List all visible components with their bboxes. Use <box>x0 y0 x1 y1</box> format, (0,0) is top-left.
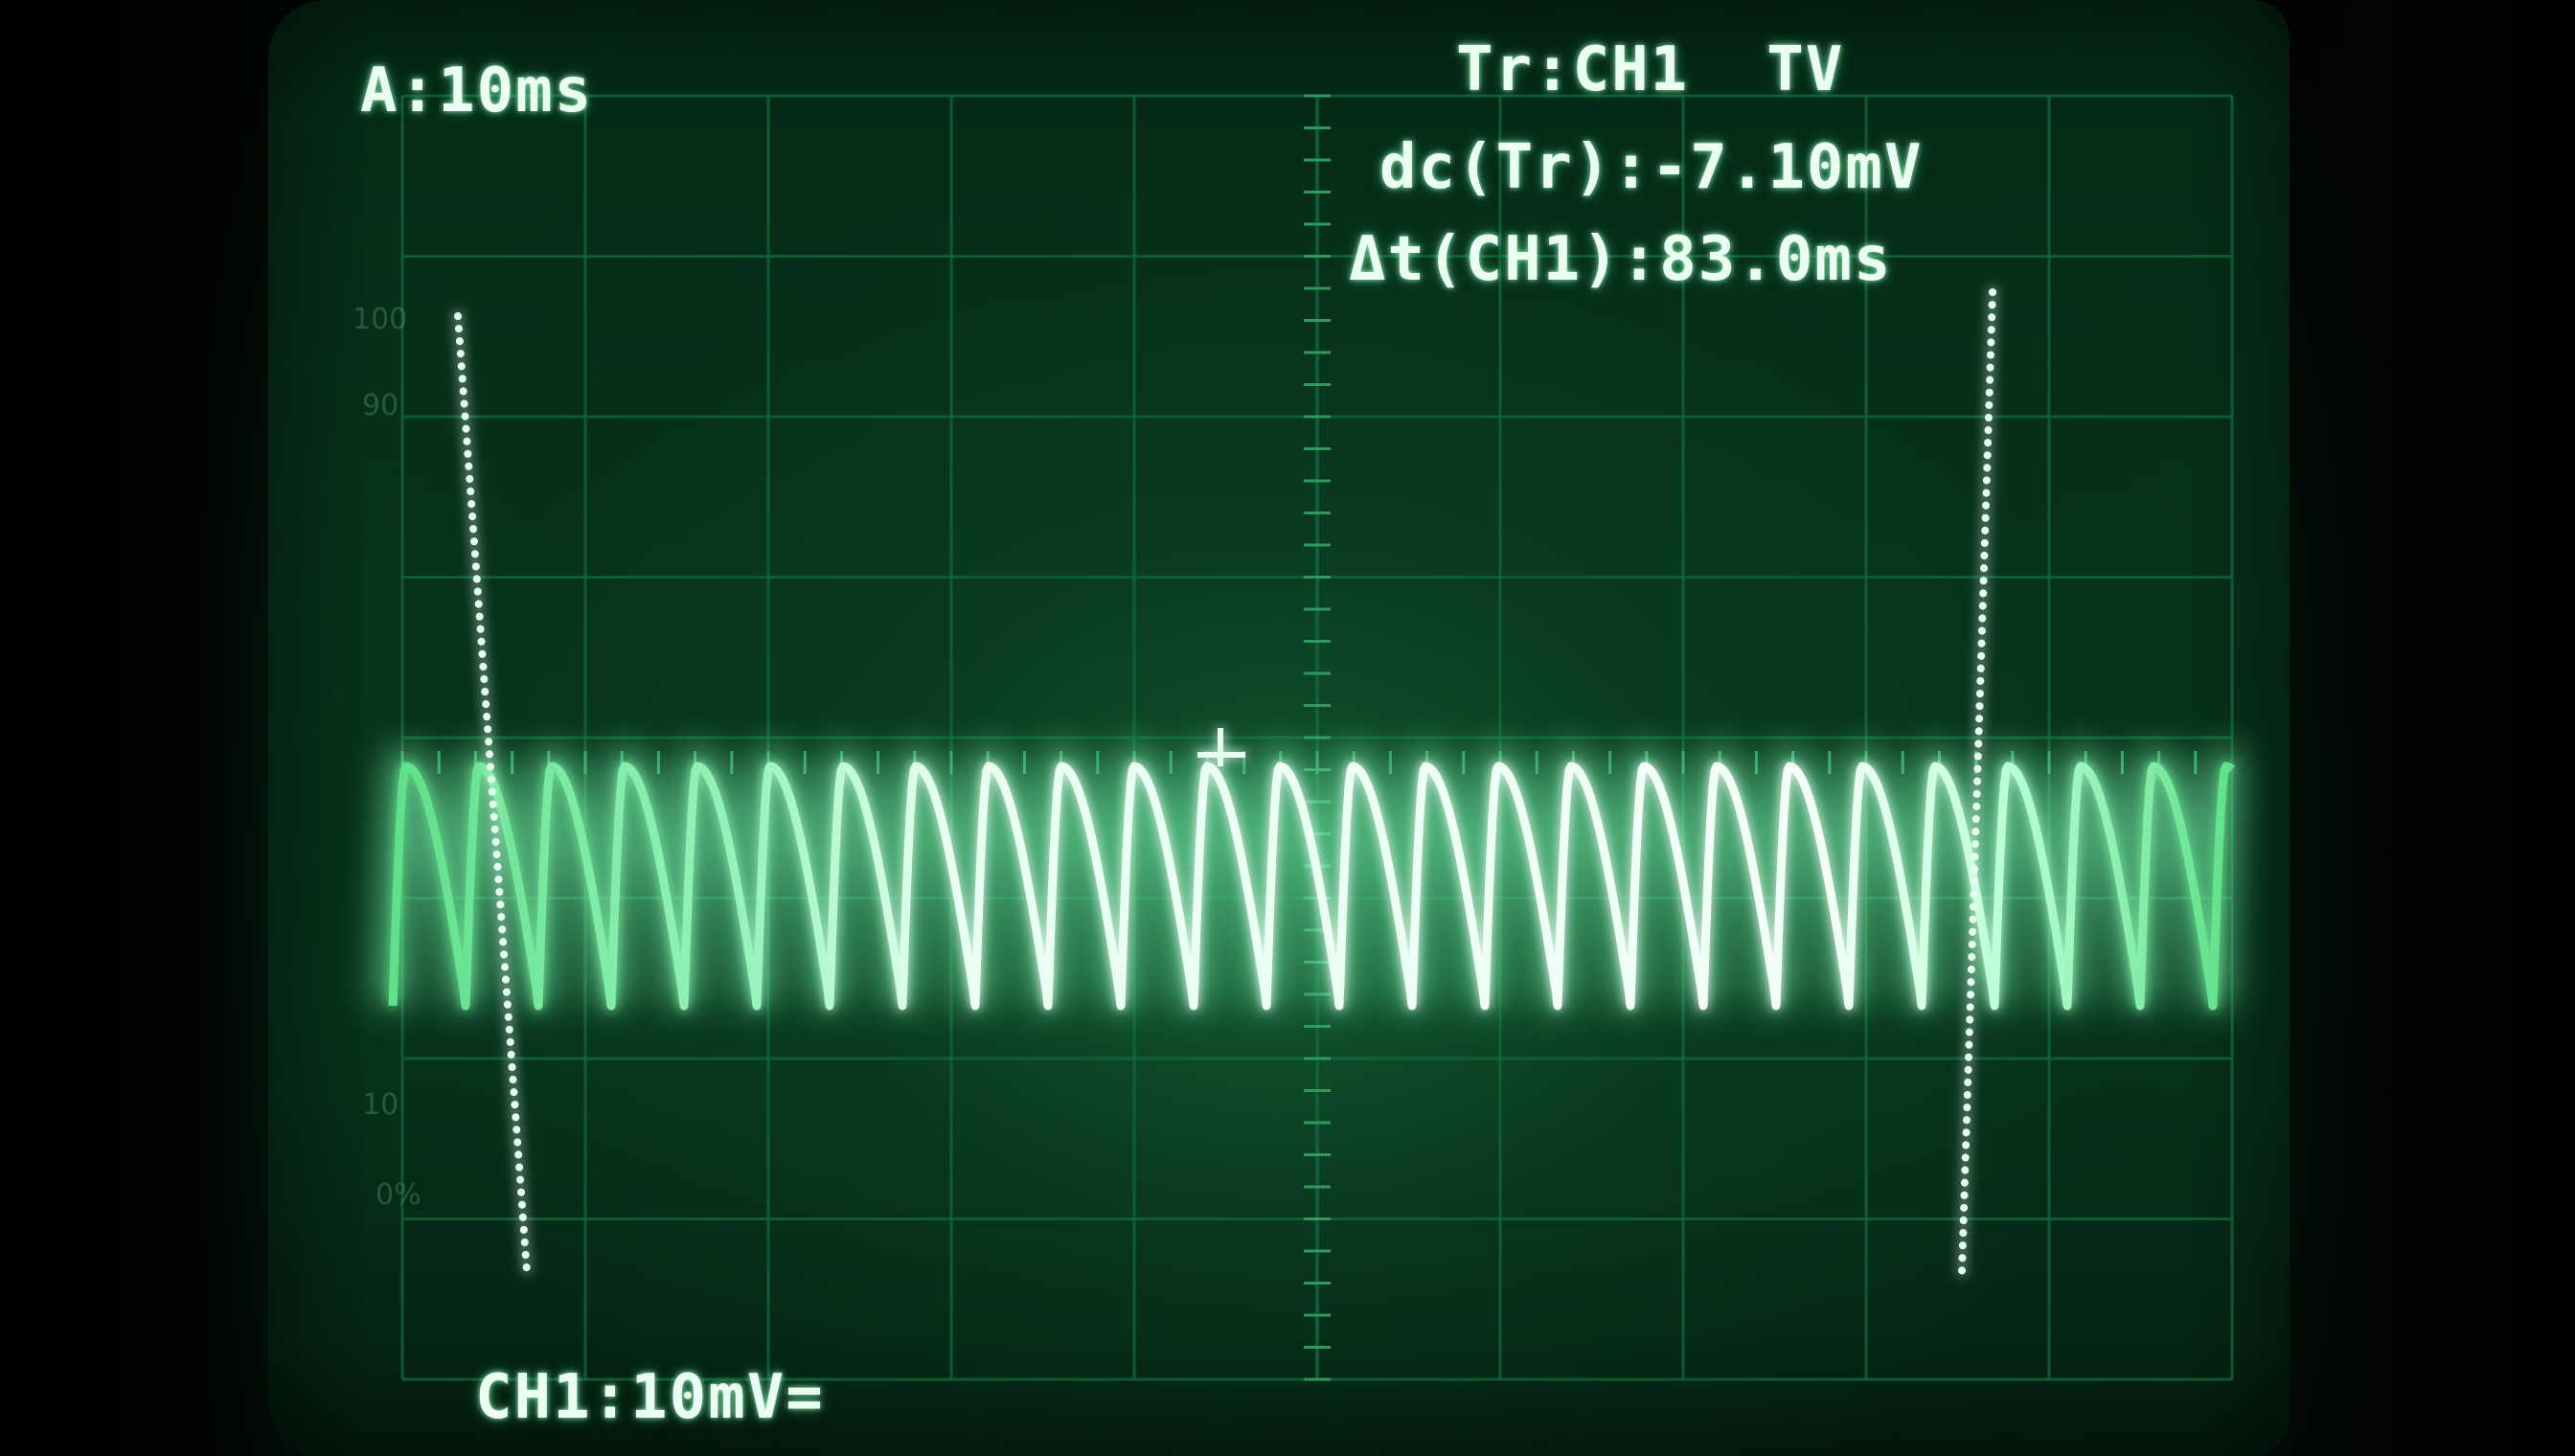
delta-t-readout: Δt(CH1):83.0ms <box>1349 224 1893 295</box>
oscilloscope-display <box>374 94 2245 1381</box>
graticule-label-10: 10 <box>362 1088 399 1122</box>
timebase-readout: A:10ms <box>360 56 594 126</box>
oscilloscope-photo: 100 90 10 0% A:10ms Tr:CH1 TV dc(Tr):-7.… <box>0 0 2575 1456</box>
graticule-label-100: 100 <box>353 303 408 336</box>
trigger-readout: Tr:CH1 TV <box>1456 34 1845 105</box>
graticule-label-90: 90 <box>362 389 399 422</box>
channel-scale-readout: CH1:10mV= <box>475 1362 825 1433</box>
graticule-label-0: 0% <box>376 1178 422 1212</box>
dc-level-readout: dc(Tr):-7.10mV <box>1379 132 1924 203</box>
